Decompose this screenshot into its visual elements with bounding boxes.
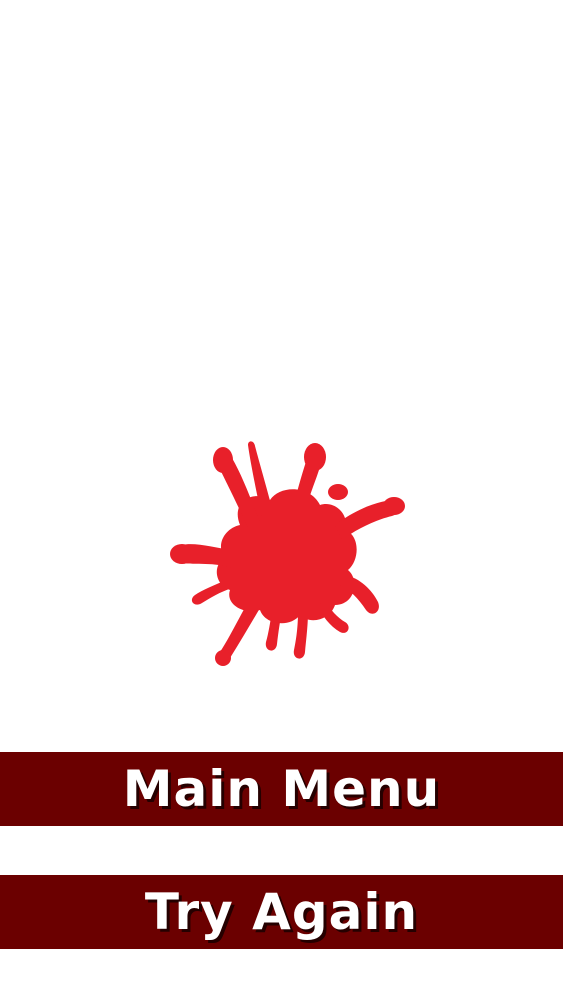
game-over-screen: Main Menu Try Again	[0, 0, 563, 1000]
paint-splat-icon	[170, 441, 405, 666]
try-again-button[interactable]: Try Again	[0, 875, 563, 949]
main-menu-button[interactable]: Main Menu	[0, 752, 563, 826]
